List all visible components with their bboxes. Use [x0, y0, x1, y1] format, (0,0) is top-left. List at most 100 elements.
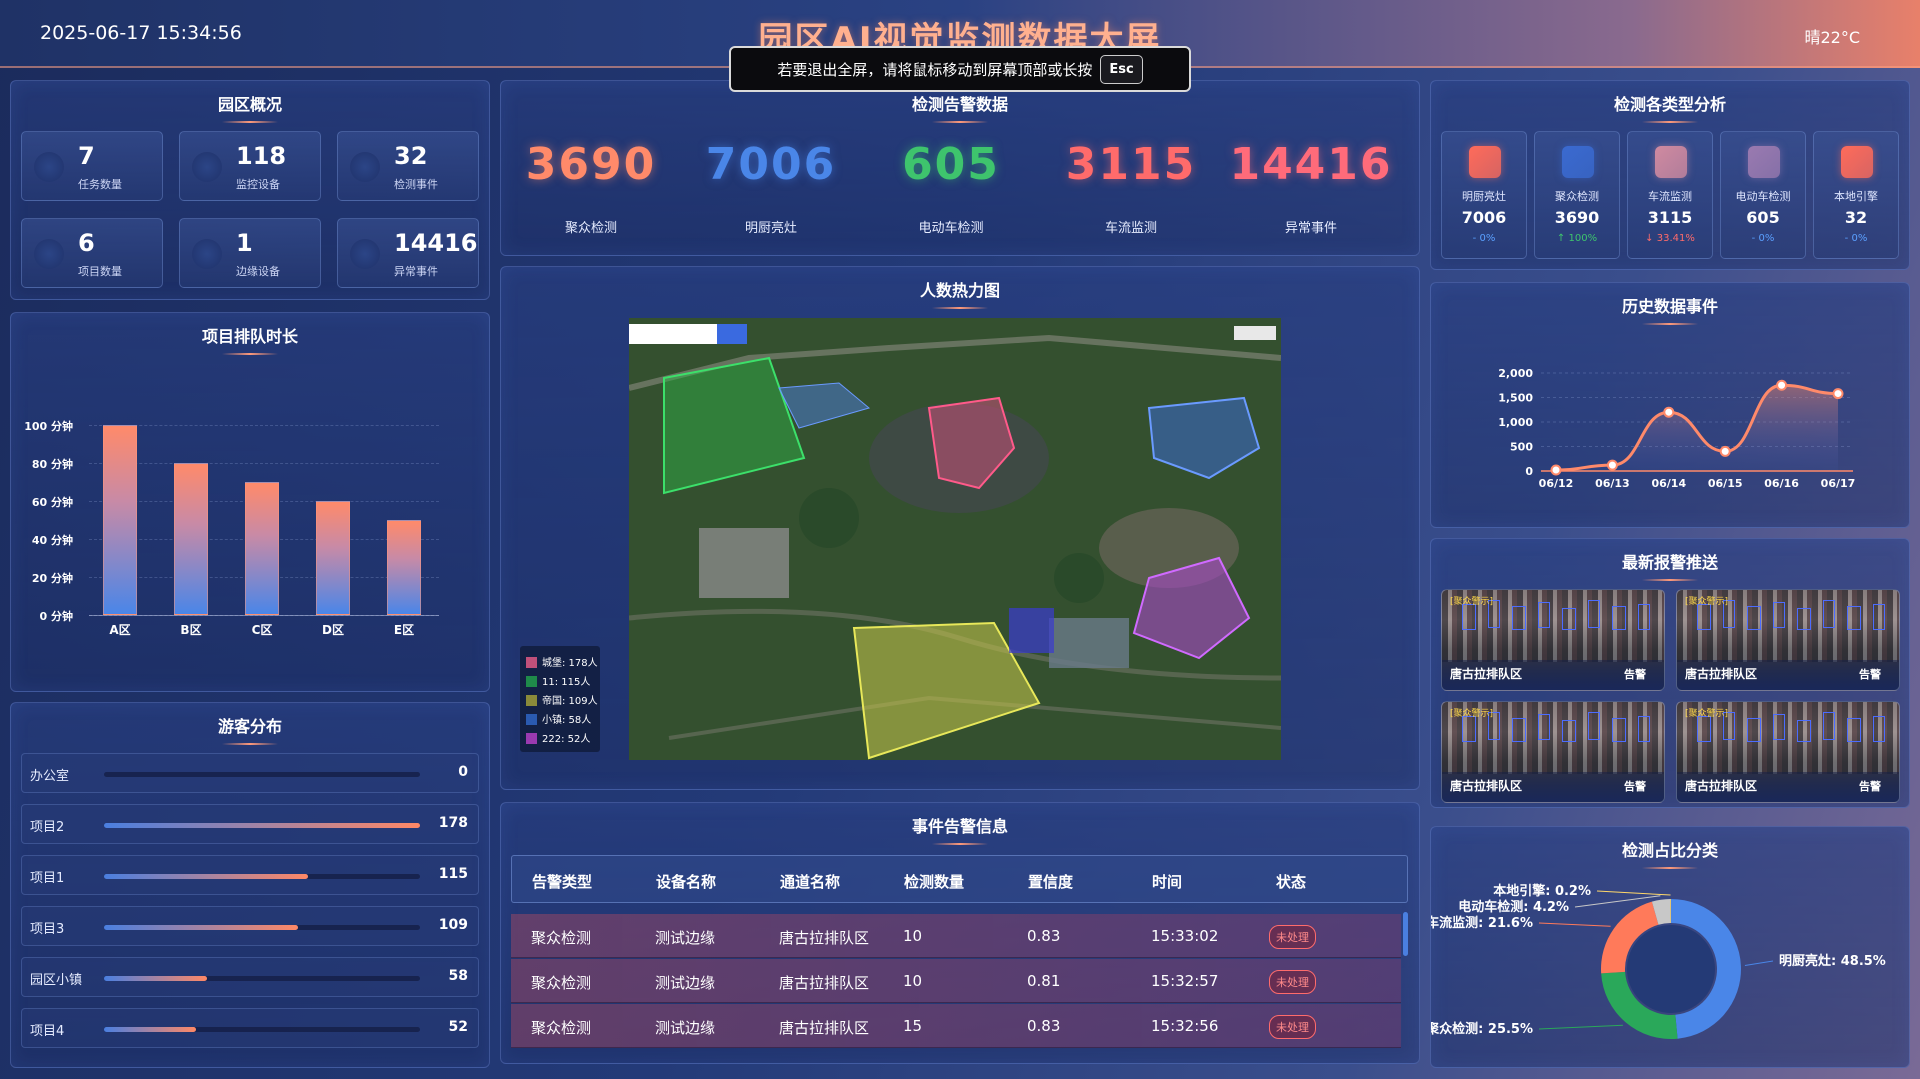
alarm-count: 14416: [1229, 139, 1393, 190]
visitor-row: 园区小镇 58: [21, 957, 479, 997]
detection-box: [1588, 712, 1600, 740]
bar[interactable]: [316, 501, 350, 615]
visitor-progress-fill: [104, 823, 420, 828]
crowd-icon: [1562, 146, 1594, 178]
stat-card: 6 项目数量: [21, 218, 163, 288]
esc-key[interactable]: Esc: [1100, 54, 1143, 84]
alarm-data-title: 检测告警数据: [501, 91, 1419, 123]
ratio-panel: 检测占比分类 明厨亮灶: 48.5% 聚众检测: 25.5% 车流监测: 21.6%…: [1430, 826, 1910, 1068]
y-tick-label: 500: [1510, 441, 1533, 454]
overview-title: 园区概况: [11, 91, 489, 123]
table-header-cell: 检测数量: [904, 873, 965, 891]
visitor-progress-track: [104, 772, 420, 777]
stat-card: 14416 异常事件: [337, 218, 479, 288]
status-badge: 未处理: [1269, 925, 1316, 949]
x-tick-label: A区: [109, 623, 131, 637]
alarm-count: 3115: [1065, 139, 1197, 190]
bar[interactable]: [103, 425, 137, 615]
bar[interactable]: [387, 520, 421, 615]
legend-item: 帝国: 109人: [526, 692, 598, 707]
stat-value: 14416: [394, 229, 478, 257]
legend-swatch: [526, 676, 537, 687]
table-row[interactable]: 聚众检测 测试边缘 唐古拉排队区 10 0.83 15:33:02 未处理: [511, 914, 1401, 958]
legend-label: 222: 52人: [542, 734, 591, 745]
bar[interactable]: [174, 463, 208, 615]
visitor-row: 项目2 178: [21, 804, 479, 844]
data-point[interactable]: [1776, 379, 1788, 391]
table-row[interactable]: 聚众检测 测试边缘 唐古拉排队区 15 0.83 15:32:56 未处理: [511, 1004, 1401, 1048]
kitchen-icon: [1469, 146, 1501, 178]
detection-box: [1773, 602, 1785, 628]
type-analysis-title: 检测各类型分析: [1431, 91, 1909, 123]
visitor-name: 园区小镇: [30, 973, 83, 988]
events-table-header: 告警类型 设备名称 通道名称 检测数量 置信度 时间 状态: [511, 855, 1408, 903]
visitor-name: 项目1: [30, 871, 65, 886]
engine-icon: [1841, 146, 1873, 178]
alert-card[interactable]: [聚众警示] 唐古拉排队区 告警: [1676, 589, 1900, 691]
visitor-progress-fill: [104, 925, 298, 930]
type-card[interactable]: 明厨亮灶 7006 - 0%: [1441, 131, 1527, 259]
slice-label: 明厨亮灶: 48.5%: [1779, 953, 1886, 969]
type-card[interactable]: 电动车检测 605 - 0%: [1720, 131, 1806, 259]
data-point[interactable]: [1663, 406, 1675, 418]
alarm-label: 明厨亮灶: [744, 221, 797, 236]
stat-card: 1 边缘设备: [179, 218, 321, 288]
table-row[interactable]: 聚众检测 测试边缘 唐古拉排队区 10 0.81 15:32:57 未处理: [511, 959, 1401, 1003]
detection-box: [1873, 604, 1885, 630]
park-heat-map[interactable]: [629, 318, 1281, 760]
visitor-count: 109: [438, 917, 468, 933]
detection-box: [1697, 604, 1711, 630]
type-change: - 0%: [1751, 233, 1775, 244]
stat-value: 32: [394, 142, 428, 170]
alert-type: 告警: [1624, 780, 1646, 793]
type-value: 3690: [1554, 208, 1600, 227]
alarm-count: 605: [902, 139, 1000, 190]
type-value: 605: [1746, 208, 1780, 227]
data-point[interactable]: [1832, 388, 1844, 400]
detection-box: [1747, 718, 1761, 742]
type-change: ↑ 100%: [1556, 233, 1598, 244]
visitor-row: 项目1 115: [21, 855, 479, 895]
slice-label: 车流监测: 21.6%: [1431, 915, 1533, 931]
alerts-title: 最新报警推送: [1431, 549, 1909, 581]
visitor-progress-fill: [104, 1027, 197, 1032]
table-scrollbar[interactable]: [1403, 912, 1408, 956]
table-cell: 0.81: [1027, 972, 1061, 990]
x-tick-label: 06/14: [1651, 477, 1686, 490]
car-icon: [1655, 146, 1687, 178]
table-header-cell: 状态: [1276, 873, 1307, 891]
x-tick-label: 06/13: [1595, 477, 1630, 490]
type-name: 本地引擎: [1834, 190, 1878, 203]
visitor-name: 办公室: [30, 769, 70, 784]
visitor-progress-track: [104, 823, 420, 828]
type-card[interactable]: 聚众检测 3690 ↑ 100%: [1534, 131, 1620, 259]
events-title: 事件告警信息: [501, 813, 1419, 845]
alert-card[interactable]: [聚众警示] 唐古拉排队区 告警: [1676, 701, 1900, 803]
stat-label: 监控设备: [236, 178, 280, 191]
data-point[interactable]: [1550, 464, 1562, 476]
stat-value: 118: [236, 142, 287, 170]
visitors-panel: 游客分布 办公室 0 项目2 178 项目1 115 项目3 109 园区小镇 58 项目4 52: [10, 702, 490, 1068]
type-card[interactable]: 车流监测 3115 ↓ 33.41%: [1627, 131, 1713, 259]
y-tick-label: 0: [1525, 465, 1533, 478]
table-cell: 15:33:02: [1151, 927, 1219, 945]
bar[interactable]: [245, 482, 279, 615]
type-card[interactable]: 本地引擎 32 - 0%: [1813, 131, 1899, 259]
table-header-cell: 设备名称: [656, 873, 717, 891]
alert-card[interactable]: [聚众警示] 唐古拉排队区 告警: [1441, 701, 1665, 803]
legend-label: 11: 115人: [542, 677, 591, 688]
alert-type: 告警: [1859, 780, 1881, 793]
alert-tag: [聚众警示]: [1685, 709, 1729, 719]
visitor-count: 115: [438, 866, 468, 882]
stat-value: 1: [236, 229, 253, 257]
x-tick-label: C区: [251, 623, 273, 637]
type-name: 聚众检测: [1555, 190, 1599, 203]
detection-box: [1847, 606, 1861, 630]
data-point[interactable]: [1719, 445, 1731, 457]
alert-card[interactable]: [聚众警示] 唐古拉排队区 告警: [1441, 589, 1665, 691]
detection-box: [1638, 604, 1650, 630]
detection-box: [1823, 600, 1835, 628]
data-point[interactable]: [1606, 459, 1618, 471]
visitor-count: 0: [458, 764, 468, 780]
y-tick-label: 20 分钟: [31, 572, 73, 585]
